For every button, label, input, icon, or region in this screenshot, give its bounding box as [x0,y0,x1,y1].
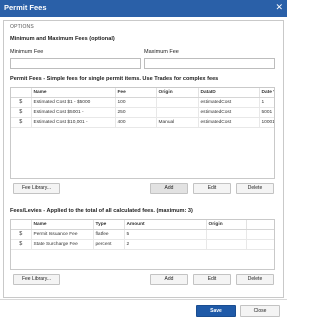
permit-fees-heading: Permit Fees - Simple fees for single per… [10,76,219,82]
fee-dataid: estimatedCost [198,117,260,128]
fee-date-value: 10001 [259,117,274,128]
col-origin[interactable]: Origin [206,220,247,230]
col-date-value[interactable]: Date Va [259,88,274,98]
col-name[interactable]: Name [31,220,94,230]
levy-origin [206,229,247,240]
col-fee[interactable]: Fee [115,88,157,98]
col-amount[interactable]: Amount [124,220,207,230]
levy-extra [246,229,274,240]
add-fee-button[interactable]: Add [150,183,188,194]
close-icon[interactable]: ✕ [275,2,283,13]
fee-dataid: estimatedCost [198,97,260,108]
close-button[interactable]: Close [240,305,280,317]
fee-date-value: 5001 [259,107,274,118]
col-name[interactable]: Name [31,88,116,98]
col-origin[interactable]: Origin [156,88,199,98]
table-row[interactable]: $ Estimated Cost $1 - $5000 100 estimate… [11,97,274,108]
levy-amount: 2 [124,239,207,250]
fee-library-button[interactable]: Fee Library... [13,183,60,194]
add-levy-button[interactable]: Add [150,274,188,285]
levies-heading: Fees/Levies - Applied to the total of al… [10,208,193,214]
dollar-icon: $ [11,107,32,118]
footer-divider [0,299,287,300]
dollar-icon: $ [11,229,32,240]
levy-amount: 5 [124,229,207,240]
levy-name: State Surcharge Fee [31,239,94,250]
delete-levy-button[interactable]: Delete [236,274,274,285]
table-header-row: Name Fee Origin DataID Date Va [11,88,274,98]
table-row[interactable]: $ Estimated Cost $5001 - 250 estimatedCo… [11,107,274,118]
table-row[interactable]: $ State Surcharge Fee percent 2 [11,239,274,250]
fee-amount: 100 [115,97,157,108]
fee-name: Estimated Cost $1 - $5000 [31,97,116,108]
fee-origin [156,107,199,118]
dollar-icon: $ [11,117,32,128]
dollar-icon: $ [11,239,32,250]
table-row[interactable]: $ Estimated Cost $10,001 - 400 Manual es… [11,117,274,128]
options-label: OPTIONS [10,24,34,30]
permit-fees-table: Name Fee Origin DataID Date Va $ Estimat… [10,87,275,179]
levy-extra [246,239,274,250]
col-extra [246,220,274,230]
edit-levy-button[interactable]: Edit [193,274,231,285]
delete-fee-button[interactable]: Delete [236,183,274,194]
col-icon [11,88,32,98]
fee-name: Estimated Cost $10,001 - [31,117,116,128]
fee-origin: Manual [156,117,199,128]
dollar-icon: $ [11,97,32,108]
col-dataid[interactable]: DataID [198,88,260,98]
dialog-title: Permit Fees [4,3,47,12]
table-row[interactable]: $ Permit Issuance Fee flatfee 5 [11,229,274,240]
max-fee-label: Maximum Fee [144,49,179,55]
table-header-row: Name Type Amount Origin [11,220,274,230]
levy-origin [206,239,247,250]
save-button[interactable]: Save [196,305,236,317]
max-fee-input[interactable] [144,58,275,69]
fee-amount: 250 [115,107,157,118]
levies-table: Name Type Amount Origin $ Permit Issuanc… [10,219,275,270]
min-fee-input[interactable] [10,58,141,69]
fee-name: Estimated Cost $5001 - [31,107,116,118]
levy-library-button[interactable]: Fee Library... [13,274,60,285]
min-max-heading: Minimum and Maximum Fees (optional) [10,36,115,42]
fee-dataid: estimatedCost [198,107,260,118]
levy-name: Permit Issuance Fee [31,229,94,240]
col-type[interactable]: Type [93,220,125,230]
fee-origin [156,97,199,108]
min-fee-label: Minimum Fee [10,49,44,55]
fee-date-value: 1 [259,97,274,108]
fee-amount: 400 [115,117,157,128]
dialog-titlebar: Permit Fees ✕ [0,0,287,17]
levy-type: percent [93,239,125,250]
edit-fee-button[interactable]: Edit [193,183,231,194]
col-icon [11,220,32,230]
levy-type: flatfee [93,229,125,240]
